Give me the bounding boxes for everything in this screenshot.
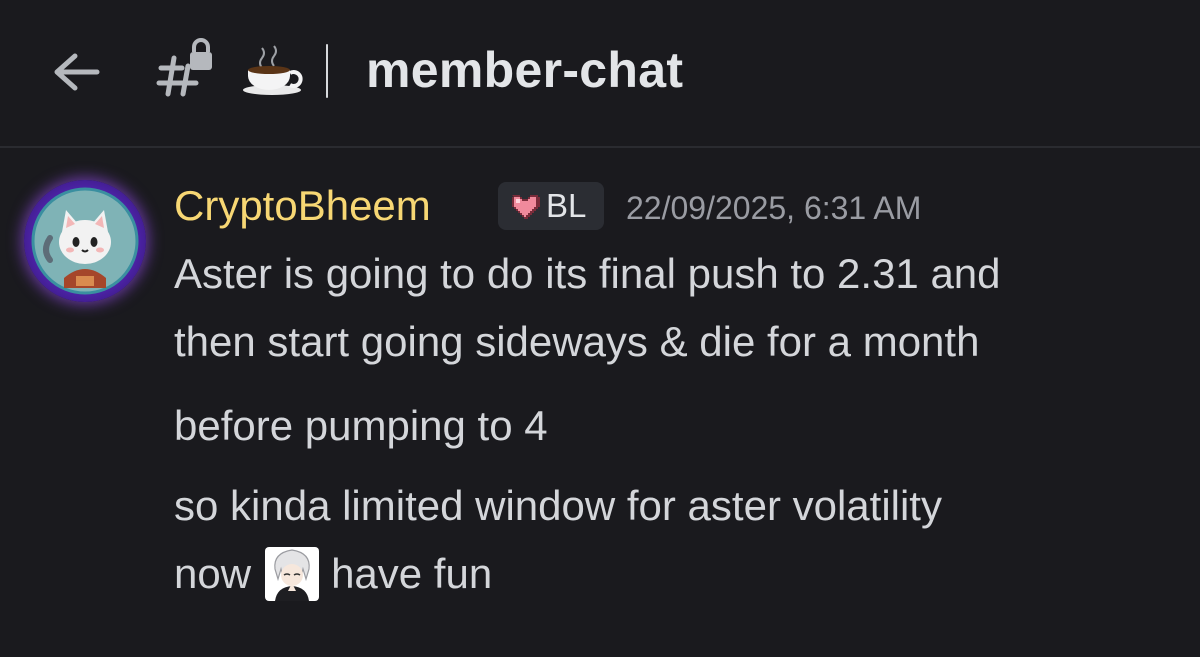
chat-message: CryptoBheem BL 22/09/2025, 6:31 AM Aster… <box>0 150 1200 657</box>
author-name[interactable]: CryptoBheem <box>174 178 431 234</box>
message-line: before pumping to 4 <box>174 402 548 449</box>
message-text-before-emoji: now <box>174 550 252 597</box>
coffee-cup-icon <box>243 45 303 95</box>
pixel-heart-icon <box>512 195 540 219</box>
header-divider <box>326 44 328 98</box>
avatar[interactable] <box>24 180 146 302</box>
back-button[interactable] <box>44 46 108 98</box>
message-line: then start going sideways & die for a mo… <box>174 318 980 365</box>
server-tag-badge[interactable]: BL <box>498 182 604 230</box>
channel-header: member-chat <box>0 0 1200 148</box>
tag-label: BL <box>546 187 587 224</box>
channel-name[interactable]: member-chat <box>366 40 683 100</box>
arrow-left-icon <box>54 53 100 91</box>
cat-avatar-icon <box>31 187 139 295</box>
locked-hashtag-icon <box>156 38 212 97</box>
message-line: so kinda limited window for aster volati… <box>174 482 942 529</box>
message-text-after-emoji: have fun <box>331 550 493 597</box>
message-line: now have fun <box>174 546 492 602</box>
praying-anime-character-emoji[interactable] <box>265 547 320 601</box>
message-line: Aster is going to do its final push to 2… <box>174 250 1001 297</box>
message-timestamp: 22/09/2025, 6:31 AM <box>626 190 922 226</box>
